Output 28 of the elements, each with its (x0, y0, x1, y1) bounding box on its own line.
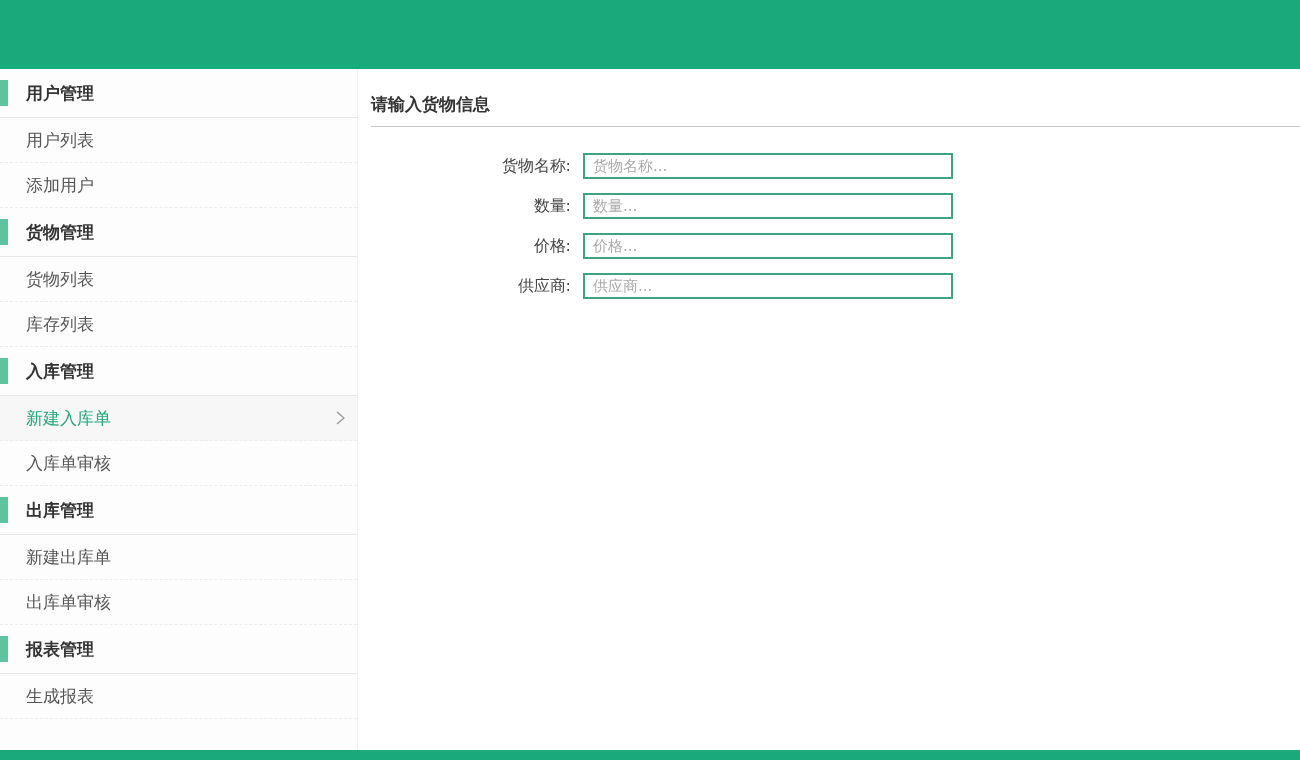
field-label: 数量: (532, 195, 571, 217)
sidebar-item[interactable]: 库存列表 (0, 302, 357, 347)
group-marker (0, 497, 8, 523)
group-title[interactable]: 出库管理 (26, 498, 94, 522)
sidebar-item[interactable]: 货物列表 (0, 257, 357, 302)
group-marker (0, 636, 8, 662)
sidebar-item[interactable]: 入库单审核 (0, 441, 357, 486)
input-field[interactable]: 供应商... (583, 273, 953, 299)
chevron-icon (336, 411, 345, 425)
group-title[interactable]: 报表管理 (26, 637, 94, 661)
group-marker (0, 358, 8, 384)
group-marker (0, 219, 8, 245)
group-title[interactable]: 入库管理 (26, 359, 94, 383)
form-title: 请输入货物信息 (371, 69, 1300, 127)
sidebar-item[interactable]: 添加用户 (0, 163, 357, 208)
group-title[interactable]: 用户管理 (26, 81, 94, 105)
sidebar-item[interactable]: 用户列表 (0, 118, 357, 163)
group-title[interactable]: 货物管理 (26, 220, 94, 244)
group-marker (0, 80, 8, 106)
field-label: 供应商: (516, 275, 571, 297)
input-field[interactable]: 货物名称... (583, 153, 953, 179)
field-label: 货物名称: (500, 155, 571, 177)
input-field[interactable]: 价格... (583, 233, 953, 259)
field-label: 价格: (532, 235, 571, 257)
sidebar-item[interactable]: 新建出库单 (0, 535, 357, 580)
input-field[interactable]: 数量... (583, 193, 953, 219)
sidebar-item[interactable]: 出库单审核 (0, 580, 357, 625)
sidebar-item[interactable]: 生成报表 (0, 674, 357, 719)
